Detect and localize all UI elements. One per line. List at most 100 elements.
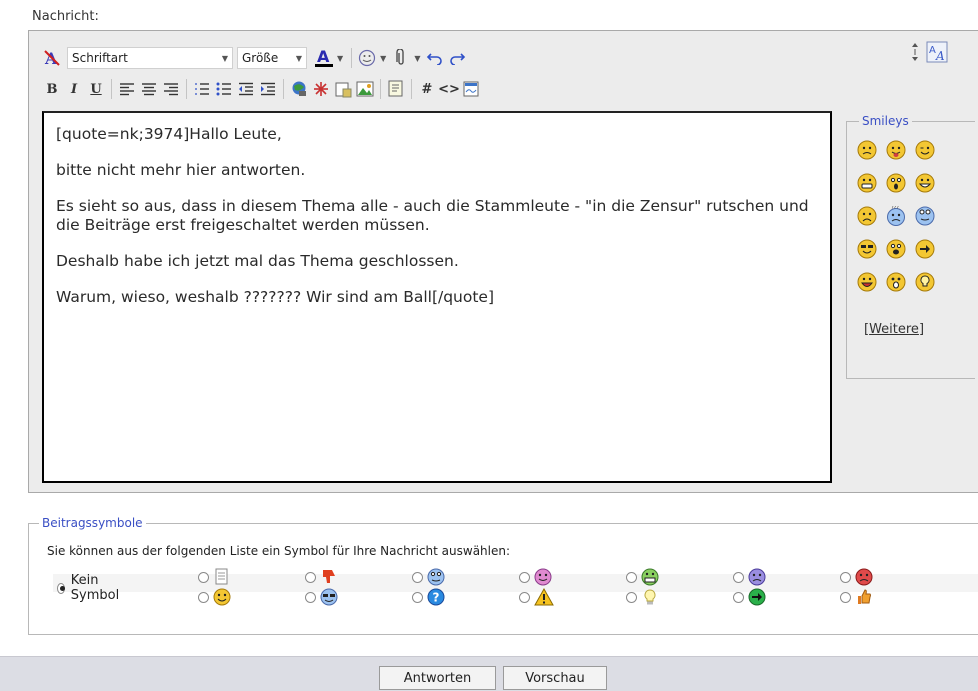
radio-button[interactable]: [626, 591, 637, 603]
ordered-list-icon[interactable]: [191, 78, 213, 100]
post-icon-option[interactable]: [626, 588, 659, 606]
hash-button[interactable]: #: [416, 78, 438, 100]
post-icon-option[interactable]: [198, 588, 231, 606]
post-icon-option[interactable]: [733, 588, 766, 606]
shocked-smiley-icon[interactable]: [886, 173, 915, 196]
radio-button[interactable]: [305, 591, 316, 603]
reply-button[interactable]: Antworten: [379, 666, 496, 690]
surprised-smiley-icon[interactable]: [886, 272, 915, 295]
roll-eyes-icon: [427, 568, 445, 586]
post-icon-option[interactable]: [305, 568, 338, 586]
bold-button[interactable]: B: [41, 78, 63, 100]
remove-link-icon[interactable]: [310, 78, 332, 100]
more-smileys-link[interactable]: Weitere: [869, 322, 919, 337]
undo-icon[interactable]: [424, 47, 446, 69]
post-icon-option[interactable]: [840, 568, 873, 586]
post-icon-option[interactable]: [733, 568, 766, 586]
post-icons-legend: Beitragssymbole: [39, 516, 146, 530]
footer-bar: Antworten Vorschau: [0, 656, 978, 691]
post-icon-option[interactable]: [626, 568, 659, 586]
radio-button[interactable]: [412, 571, 423, 583]
post-icon-option[interactable]: ?: [412, 588, 445, 606]
smiley-dropdown-icon[interactable]: ▼: [380, 54, 386, 63]
mad-smiley-icon[interactable]: [857, 140, 886, 163]
text-color-icon[interactable]: A: [313, 47, 335, 69]
radio-button[interactable]: [840, 571, 851, 583]
warning-icon: [534, 588, 554, 606]
align-left-icon[interactable]: [116, 78, 138, 100]
grin-smiley-icon[interactable]: [857, 173, 886, 196]
happy-smiley-icon[interactable]: [857, 272, 886, 295]
insert-image-icon[interactable]: [354, 78, 376, 100]
radio-button[interactable]: [733, 571, 744, 583]
radio-button[interactable]: [305, 571, 316, 583]
toggle-editor-mode-icon[interactable]: AA: [926, 41, 948, 66]
radio-button[interactable]: [840, 591, 851, 603]
idea-smiley-icon[interactable]: [915, 272, 944, 295]
size-select-value: Größe: [242, 51, 279, 65]
radio-button[interactable]: [198, 571, 209, 583]
italic-button[interactable]: I: [63, 78, 85, 100]
eek-smiley-icon[interactable]: [886, 239, 915, 262]
outdent-icon[interactable]: [235, 78, 257, 100]
arrow-right-smiley-icon[interactable]: [915, 239, 944, 262]
code-button[interactable]: <>: [438, 78, 460, 100]
tongue-smiley-icon[interactable]: [886, 140, 915, 163]
separator: [411, 79, 412, 99]
radio-button[interactable]: [412, 591, 423, 603]
align-center-icon[interactable]: [138, 78, 160, 100]
radio-button[interactable]: [519, 571, 530, 583]
insert-quote-icon[interactable]: [385, 78, 407, 100]
font-select[interactable]: Schriftart ▼: [67, 47, 233, 69]
post-icon-option[interactable]: [305, 588, 338, 606]
cool-smiley-icon[interactable]: [857, 239, 886, 262]
size-select[interactable]: Größe ▼: [237, 47, 307, 69]
post-icon-option[interactable]: [412, 568, 445, 586]
attachment-dropdown-icon[interactable]: ▼: [414, 54, 420, 63]
separator: [283, 79, 284, 99]
big-smile-icon[interactable]: [915, 173, 944, 196]
insert-email-icon[interactable]: [332, 78, 354, 100]
post-icon-option[interactable]: [198, 568, 231, 586]
post-icon-none[interactable]: Kein Symbol: [57, 573, 122, 603]
indent-icon[interactable]: [257, 78, 279, 100]
wink-smiley-icon[interactable]: [915, 140, 944, 163]
confused-smiley-icon[interactable]: ???: [886, 205, 915, 229]
preview-button[interactable]: Vorschau: [503, 666, 607, 690]
editor-frame: A Schriftart▼ Größe▼ A ▼ ▼ ▼ B I U: [28, 30, 978, 493]
post-icon-option[interactable]: [519, 568, 552, 586]
remove-format-icon[interactable]: A: [41, 47, 63, 69]
separator: [351, 48, 353, 68]
smileys-legend: Smileys: [859, 114, 912, 128]
thumbs-down-icon: [323, 570, 335, 583]
redo-icon[interactable]: [446, 47, 468, 69]
separator: [111, 79, 112, 99]
radio-button[interactable]: [733, 591, 744, 603]
sad-smiley-icon[interactable]: [857, 206, 886, 229]
resize-arrows-icon[interactable]: [910, 42, 920, 65]
message-textarea[interactable]: [quote=nk;3974]Hallo Leute, bitte nicht …: [42, 111, 832, 483]
post-icon-option[interactable]: [519, 588, 554, 606]
message-line: Es sieht so aus, dass in diesem Thema al…: [56, 197, 814, 234]
more-smileys: [Weitere]: [864, 322, 925, 337]
underline-button[interactable]: U: [85, 78, 107, 100]
unordered-list-icon[interactable]: [213, 78, 235, 100]
font-select-value: Schriftart: [72, 51, 128, 65]
attachment-icon[interactable]: [390, 47, 412, 69]
separator: [186, 79, 187, 99]
radio-button[interactable]: [198, 591, 209, 603]
roll-eyes-smiley-icon[interactable]: [915, 206, 944, 229]
smiley-menu-icon[interactable]: [356, 47, 378, 69]
align-right-icon[interactable]: [160, 78, 182, 100]
radio-button[interactable]: [519, 591, 530, 603]
php-code-icon[interactable]: [460, 78, 482, 100]
text-color-dropdown-icon[interactable]: ▼: [337, 54, 343, 63]
angry-icon: [855, 568, 873, 586]
insert-link-icon[interactable]: [288, 78, 310, 100]
radio-button[interactable]: [626, 571, 637, 583]
svg-text:A: A: [929, 45, 936, 56]
post-icon-option[interactable]: [840, 588, 873, 606]
toolbar-row-1: A Schriftart▼ Größe▼ A ▼ ▼ ▼: [41, 45, 468, 71]
svg-text:A: A: [935, 49, 945, 63]
radio-button[interactable]: [57, 582, 65, 594]
